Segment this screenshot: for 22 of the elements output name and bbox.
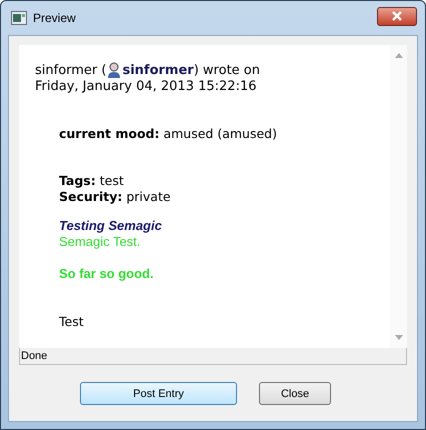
close-icon [391,11,403,21]
security-text: Security: private [59,189,172,205]
subject-text: Testing Semagic [59,218,163,234]
close-button[interactable] [377,6,417,26]
scroll-up-icon [394,53,402,58]
body-text: Test [59,314,85,330]
body-text: Semagic Test. [59,234,142,250]
wrote-text: ) wrote on [194,62,260,78]
window-title: Preview [33,11,77,25]
body-text: So far so good. [59,266,155,282]
date-text: Friday, January 04, 2013 15:22:16 [35,79,258,94]
dialog-button[interactable]: Post Entry [80,382,237,405]
user-icon [107,62,122,78]
scrollbar[interactable] [390,45,407,348]
mood-text: current mood: amused (amused) [59,126,278,141]
dialog-button[interactable]: Close [259,382,331,405]
app-icon [11,11,27,25]
user-link[interactable]: sinformer [122,62,194,78]
scroll-down-icon [394,335,402,340]
author-text: sinformer ( [35,62,106,78]
tags-text: Tags: test [59,173,125,189]
status-bar: Done [19,348,407,365]
